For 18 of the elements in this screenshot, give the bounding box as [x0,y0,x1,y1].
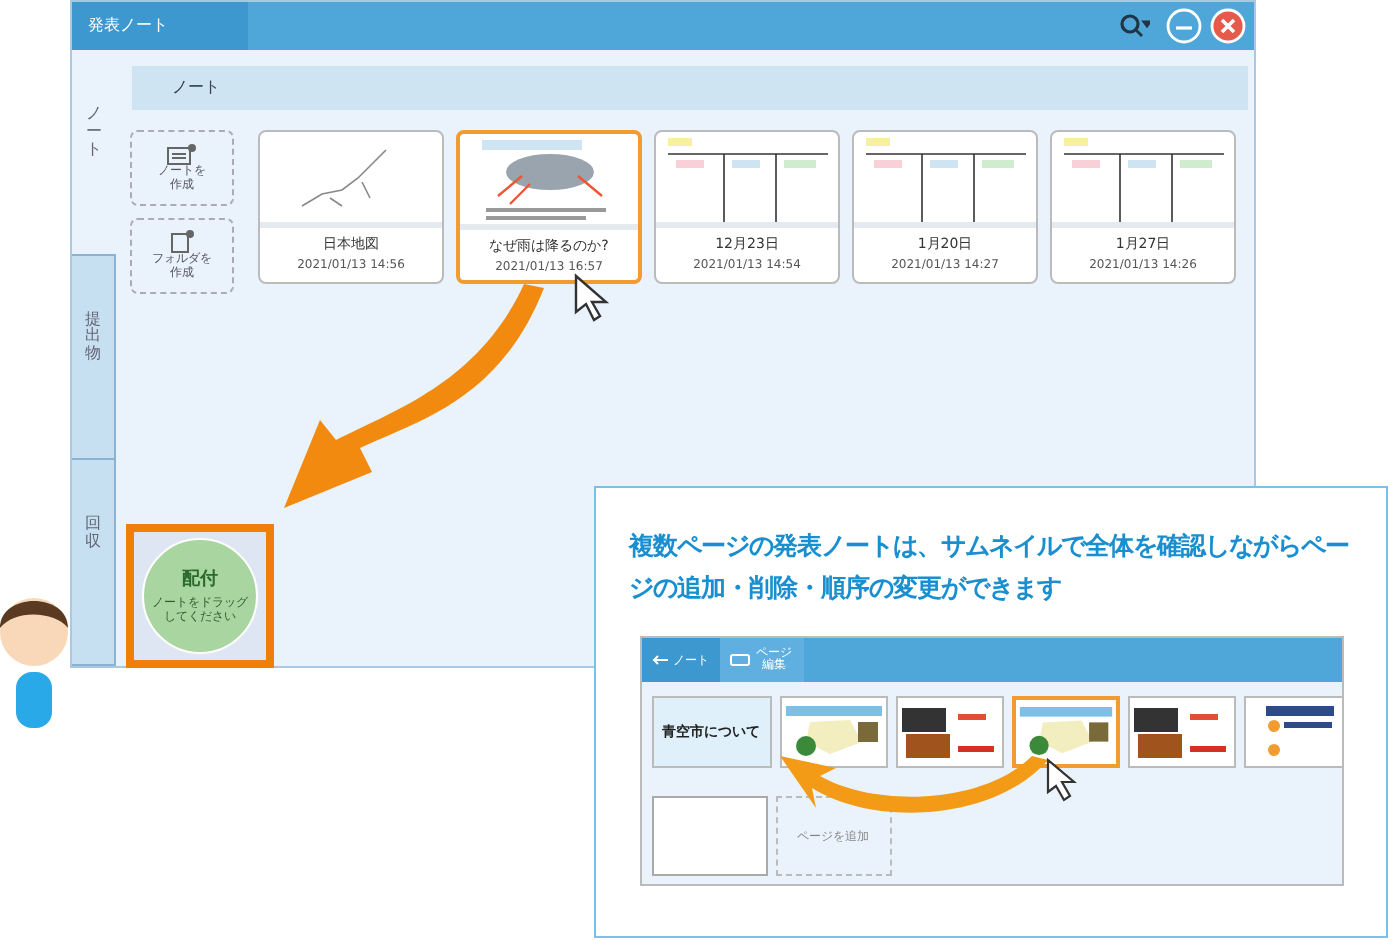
minimize-icon[interactable] [1166,8,1202,44]
side-tab[interactable]: 回収 [72,460,116,667]
page-edit-icon [729,654,749,667]
note-add-icon [166,143,198,166]
slide-thumbnail[interactable] [895,696,1003,769]
close-icon[interactable] [1210,8,1246,44]
back-arrow-icon [651,654,667,667]
slide-thumbnail[interactable] [1127,696,1235,769]
side-tab[interactable]: 提出物 [72,255,116,461]
callout-text: 複数ページの発表ノートは、サムネイルで全体を確認しながらページの追加・削除・順序の変更ができます [629,528,1351,607]
search-icon[interactable] [1118,12,1150,40]
folder-add-icon [168,230,196,255]
slide-thumbnail[interactable] [779,696,887,769]
slide-thumbnail[interactable] [1011,696,1119,769]
drop-zone-title: 配付 [182,568,218,595]
section-title: ノート [172,76,220,100]
window-title: 発表ノート [72,2,248,50]
slide-thumbnail[interactable] [1243,696,1341,769]
